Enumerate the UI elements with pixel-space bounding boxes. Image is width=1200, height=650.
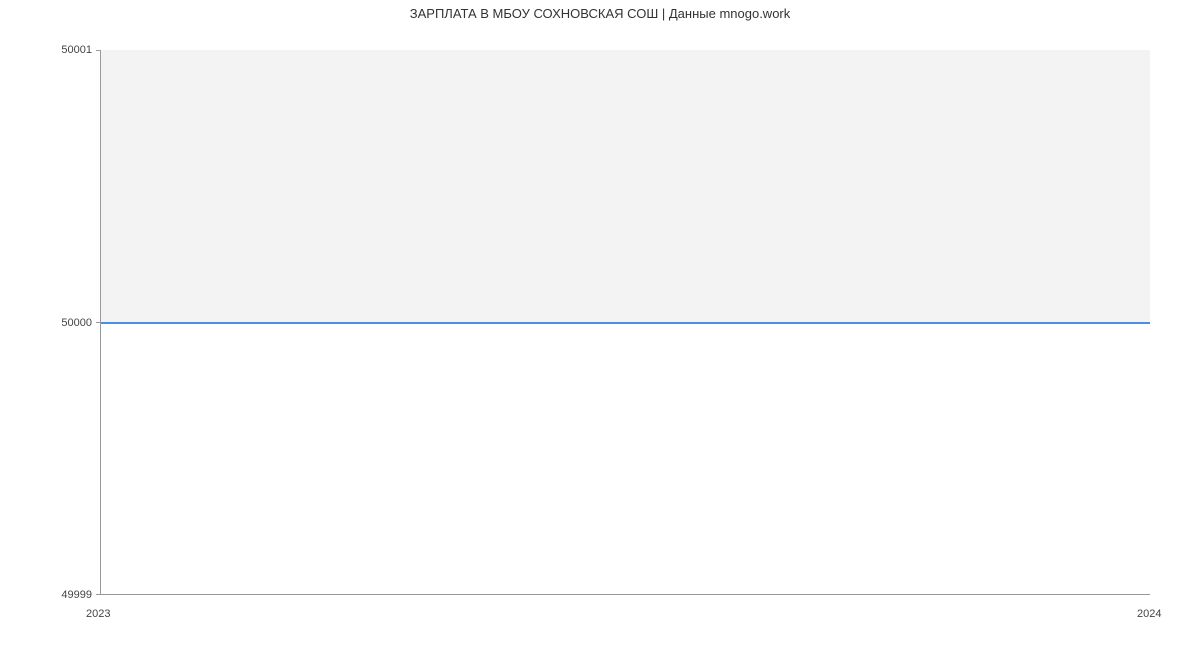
y-tick-mark [96, 594, 101, 595]
y-axis-tick-label: 50001 [12, 44, 92, 56]
y-axis-tick-label: 50000 [12, 317, 92, 329]
chart-container: ЗАРПЛАТА В МБОУ СОХНОВСКАЯ СОШ | Данные … [0, 0, 1200, 650]
y-tick-mark [96, 50, 101, 51]
upper-fill [101, 50, 1150, 322]
plot-area [100, 50, 1150, 595]
x-axis-tick-label: 2024 [1137, 608, 1161, 620]
data-line [101, 322, 1150, 324]
y-axis-tick-label: 49999 [12, 589, 92, 601]
lower-fill [101, 324, 1150, 594]
y-tick-mark [96, 322, 101, 323]
chart-title: ЗАРПЛАТА В МБОУ СОХНОВСКАЯ СОШ | Данные … [0, 6, 1200, 21]
x-axis-tick-label: 2023 [86, 608, 110, 620]
